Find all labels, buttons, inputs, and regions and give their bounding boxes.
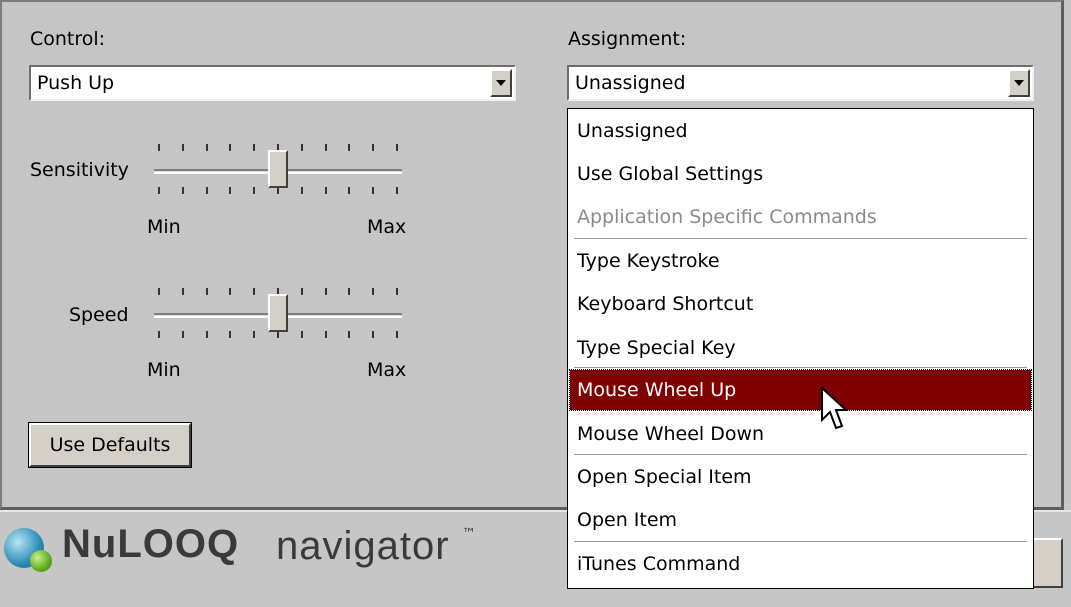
chevron-down-icon[interactable] <box>1008 69 1030 97</box>
separator <box>574 367 1027 369</box>
control-select[interactable]: Push Up <box>29 65 516 101</box>
control-select-value: Push Up <box>37 72 115 94</box>
speed-slider[interactable] <box>148 286 408 346</box>
speed-label: Speed <box>69 304 129 326</box>
separator <box>574 541 1027 543</box>
logo-product: navigator <box>276 524 450 568</box>
option-open-item[interactable]: Open Item <box>570 500 1031 540</box>
option-keyboard-shortcut[interactable]: Keyboard Shortcut <box>570 284 1031 324</box>
use-defaults-button[interactable]: Use Defaults <box>28 422 192 468</box>
assignment-select-value: Unassigned <box>575 72 686 94</box>
mouse-pointer-icon <box>821 386 849 430</box>
option-mouse-wheel-up[interactable]: Mouse Wheel Up <box>569 369 1032 411</box>
separator <box>574 454 1027 456</box>
logo-orb-small-icon <box>30 550 52 572</box>
sensitivity-max-label: Max <box>367 216 407 238</box>
sensitivity-label: Sensitivity <box>30 159 129 181</box>
sensitivity-slider[interactable] <box>148 142 408 202</box>
logo-trademark: ™ <box>462 526 476 542</box>
speed-slider-thumb[interactable] <box>268 294 288 332</box>
speed-max-label: Max <box>367 359 407 381</box>
sensitivity-min-label: Min <box>147 216 181 238</box>
separator <box>574 238 1027 240</box>
assignment-select[interactable]: Unassigned <box>567 65 1034 101</box>
logo-brand: NuLOOQ <box>62 522 240 566</box>
option-open-special-item[interactable]: Open Special Item <box>570 457 1031 497</box>
speed-min-label: Min <box>147 359 181 381</box>
control-label: Control: <box>30 28 106 50</box>
slider-ticks-bottom <box>158 187 398 195</box>
option-application-specific-commands: Application Specific Commands <box>577 206 877 228</box>
option-use-global-settings[interactable]: Use Global Settings <box>570 154 1031 194</box>
chevron-down-icon[interactable] <box>490 69 512 97</box>
assignment-dropdown-list: Unassigned Use Global Settings Applicati… <box>567 108 1034 589</box>
sensitivity-slider-thumb[interactable] <box>268 150 288 188</box>
option-unassigned[interactable]: Unassigned <box>570 111 1031 151</box>
option-itunes-command[interactable]: iTunes Command <box>570 544 1031 584</box>
slider-ticks-bottom <box>158 331 398 339</box>
option-mouse-wheel-down[interactable]: Mouse Wheel Down <box>570 414 1031 454</box>
option-type-keystroke[interactable]: Type Keystroke <box>570 241 1031 281</box>
assignment-label: Assignment: <box>568 28 687 50</box>
option-type-special-key[interactable]: Type Special Key <box>570 328 1031 368</box>
